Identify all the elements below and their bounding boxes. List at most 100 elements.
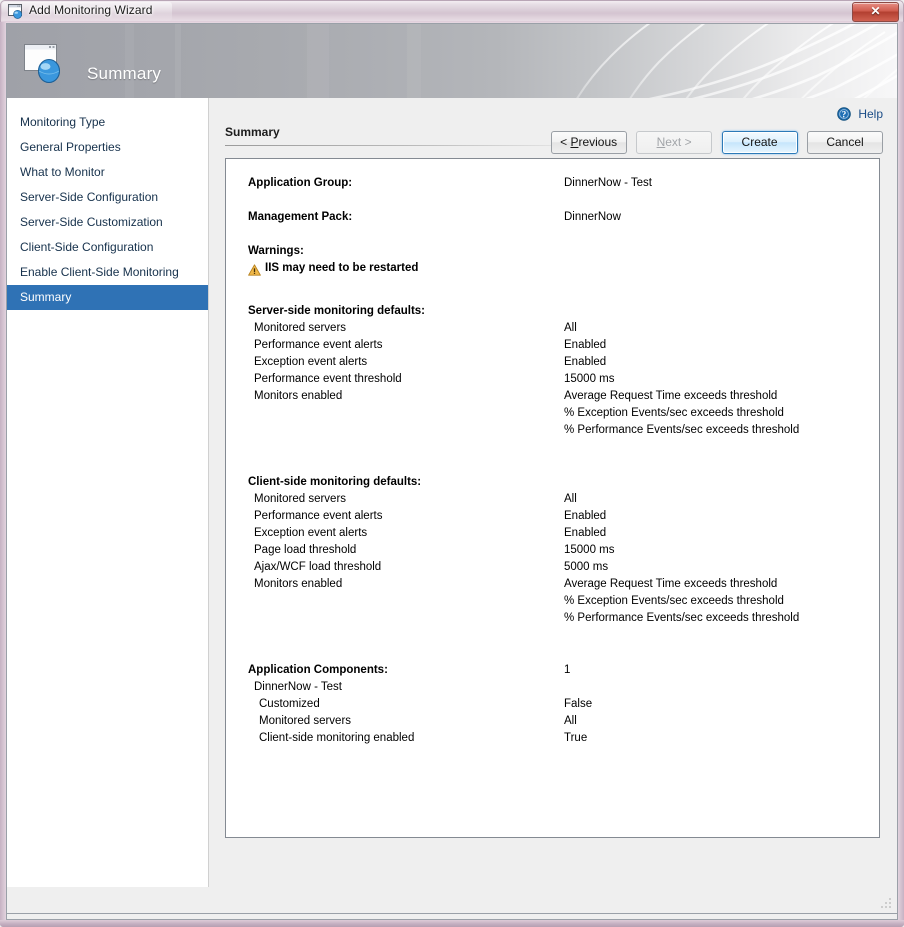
- summary-section-server-side-header: Server-side monitoring defaults:: [248, 305, 858, 322]
- section-title: Client-side monitoring defaults:: [248, 476, 421, 488]
- previous-button[interactable]: < Previous: [551, 131, 627, 154]
- header-divider: [225, 145, 555, 146]
- sidebar-item-label: Server-Side Configuration: [20, 190, 158, 204]
- help-link[interactable]: ? Help: [837, 107, 883, 121]
- section-title: Application Components:: [248, 664, 388, 676]
- wizard-banner: Summary: [7, 24, 897, 98]
- row-key: DinnerNow - Test: [254, 681, 342, 693]
- summary-row: Exception event alerts Enabled: [248, 527, 858, 544]
- create-button[interactable]: Create: [722, 131, 798, 154]
- sidebar-item-enable-client-side-monitoring[interactable]: Enable Client-Side Monitoring: [7, 260, 208, 285]
- sidebar-item-summary[interactable]: Summary: [7, 285, 208, 310]
- section-value: 1: [564, 664, 570, 676]
- footer-bar: [7, 887, 897, 913]
- summary-row-component-name: DinnerNow - Test: [248, 681, 858, 698]
- summary-row: Ajax/WCF load threshold 5000 ms: [248, 561, 858, 578]
- summary-row: % Performance Events/sec exceeds thresho…: [248, 612, 858, 629]
- banner-mesh-graphic: [487, 24, 897, 98]
- cancel-button[interactable]: Cancel: [807, 131, 883, 154]
- sidebar-item-label: Monitoring Type: [20, 115, 105, 129]
- row-key: Monitors enabled: [254, 390, 342, 402]
- row-key: Exception event alerts: [254, 356, 367, 368]
- row-key: Client-side monitoring enabled: [259, 732, 414, 744]
- row-key: Monitored servers: [254, 322, 346, 334]
- row-value: DinnerNow: [564, 211, 621, 223]
- sidebar-item-label: What to Monitor: [20, 165, 105, 179]
- wizard-globe-icon: [8, 4, 24, 19]
- warning-text: IIS may need to be restarted: [265, 262, 418, 274]
- summary-list: Application Group: DinnerNow - Test Mana…: [248, 167, 858, 749]
- cancel-label: Cancel: [826, 135, 863, 149]
- next-accel: N: [657, 135, 666, 149]
- row-value: % Exception Events/sec exceeds threshold: [564, 595, 784, 607]
- row-key: Ajax/WCF load threshold: [254, 561, 381, 573]
- row-value: Average Request Time exceeds threshold: [564, 390, 777, 402]
- warning-triangle-icon: [248, 264, 261, 276]
- row-value: DinnerNow - Test: [564, 177, 652, 189]
- sidebar-item-server-side-configuration[interactable]: Server-Side Configuration: [7, 185, 208, 210]
- wizard-button-bar: < Previous Next > Create Cancel: [546, 131, 883, 155]
- row-value: 15000 ms: [564, 373, 615, 385]
- row-key: Exception event alerts: [254, 527, 367, 539]
- create-label: Create: [742, 135, 778, 149]
- summary-row: % Performance Events/sec exceeds thresho…: [248, 424, 858, 441]
- row-value: Enabled: [564, 339, 606, 351]
- summary-row: Performance event alerts Enabled: [248, 339, 858, 356]
- section-title: Server-side monitoring defaults:: [248, 305, 425, 317]
- wizard-globe-icon: [24, 44, 70, 86]
- window-client-area: Summary Monitoring Type General Properti…: [6, 23, 898, 914]
- summary-row: Monitors enabled Average Request Time ex…: [248, 390, 858, 407]
- sidebar-item-what-to-monitor[interactable]: What to Monitor: [7, 160, 208, 185]
- resize-grip[interactable]: [880, 897, 893, 910]
- summary-row: Customized False: [248, 698, 858, 715]
- banner-title: Summary: [87, 64, 161, 84]
- summary-row: Monitored servers All: [248, 715, 858, 732]
- wizard-step-list: Monitoring Type General Properties What …: [7, 98, 209, 887]
- page-title: Summary: [225, 125, 555, 145]
- summary-row: % Exception Events/sec exceeds threshold: [248, 407, 858, 424]
- row-key: Monitors enabled: [254, 578, 342, 590]
- previous-prefix: <: [560, 135, 570, 149]
- row-value: % Performance Events/sec exceeds thresho…: [564, 424, 799, 436]
- sidebar-item-general-properties[interactable]: General Properties: [7, 135, 208, 160]
- sidebar-item-client-side-configuration[interactable]: Client-Side Configuration: [7, 235, 208, 260]
- window-frame-bottom: [0, 920, 904, 927]
- summary-row-warning-item: IIS may need to be restarted: [248, 262, 858, 280]
- row-value: Enabled: [564, 510, 606, 522]
- summary-row: Monitored servers All: [248, 322, 858, 339]
- window-frame-right: [898, 22, 904, 925]
- help-circle-icon: ?: [837, 107, 851, 121]
- summary-row: Performance event alerts Enabled: [248, 510, 858, 527]
- row-value: False: [564, 698, 592, 710]
- row-value: Enabled: [564, 356, 606, 368]
- summary-row-warnings-header: Warnings:: [248, 245, 858, 262]
- row-key: Warnings:: [248, 245, 304, 257]
- row-key: Application Group:: [248, 177, 352, 189]
- row-value: % Performance Events/sec exceeds thresho…: [564, 612, 799, 624]
- summary-row-management-pack: Management Pack: DinnerNow: [248, 211, 858, 228]
- row-value: All: [564, 493, 577, 505]
- close-button[interactable]: ✕: [852, 2, 899, 22]
- row-value: % Exception Events/sec exceeds threshold: [564, 407, 784, 419]
- summary-row: Client-side monitoring enabled True: [248, 732, 858, 749]
- sidebar-item-server-side-customization[interactable]: Server-Side Customization: [7, 210, 208, 235]
- row-key: Management Pack:: [248, 211, 352, 223]
- next-button[interactable]: Next >: [636, 131, 712, 154]
- next-suffix: ext >: [665, 135, 691, 149]
- summary-section-application-components-header: Application Components: 1: [248, 664, 858, 681]
- row-value: 5000 ms: [564, 561, 608, 573]
- wizard-window: Add Monitoring Wizard ✕: [0, 0, 904, 927]
- summary-row: % Exception Events/sec exceeds threshold: [248, 595, 858, 612]
- svg-text:?: ?: [842, 109, 847, 119]
- summary-panel: Application Group: DinnerNow - Test Mana…: [225, 158, 880, 838]
- sidebar-item-label: Summary: [20, 290, 71, 304]
- summary-row-application-group: Application Group: DinnerNow - Test: [248, 177, 858, 194]
- content-header: Summary: [225, 125, 555, 146]
- summary-row: Performance event threshold 15000 ms: [248, 373, 858, 390]
- window-title: Add Monitoring Wizard: [29, 3, 152, 17]
- title-bar[interactable]: Add Monitoring Wizard ✕: [0, 0, 904, 23]
- row-value: 15000 ms: [564, 544, 615, 556]
- summary-row: Monitored servers All: [248, 493, 858, 510]
- sidebar-item-monitoring-type[interactable]: Monitoring Type: [7, 110, 208, 135]
- row-key: Page load threshold: [254, 544, 356, 556]
